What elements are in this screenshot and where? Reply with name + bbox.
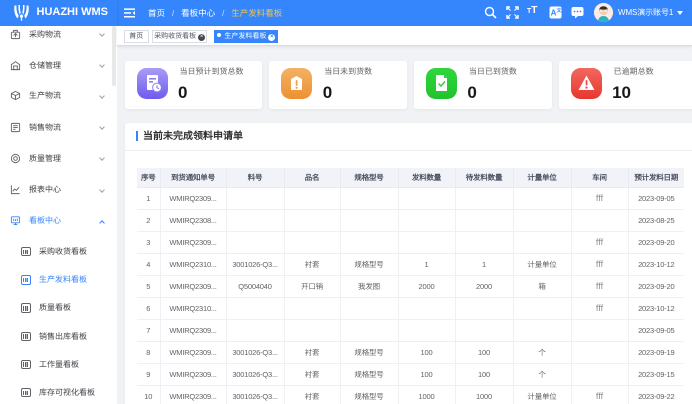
- svg-text:文: 文: [555, 7, 562, 14]
